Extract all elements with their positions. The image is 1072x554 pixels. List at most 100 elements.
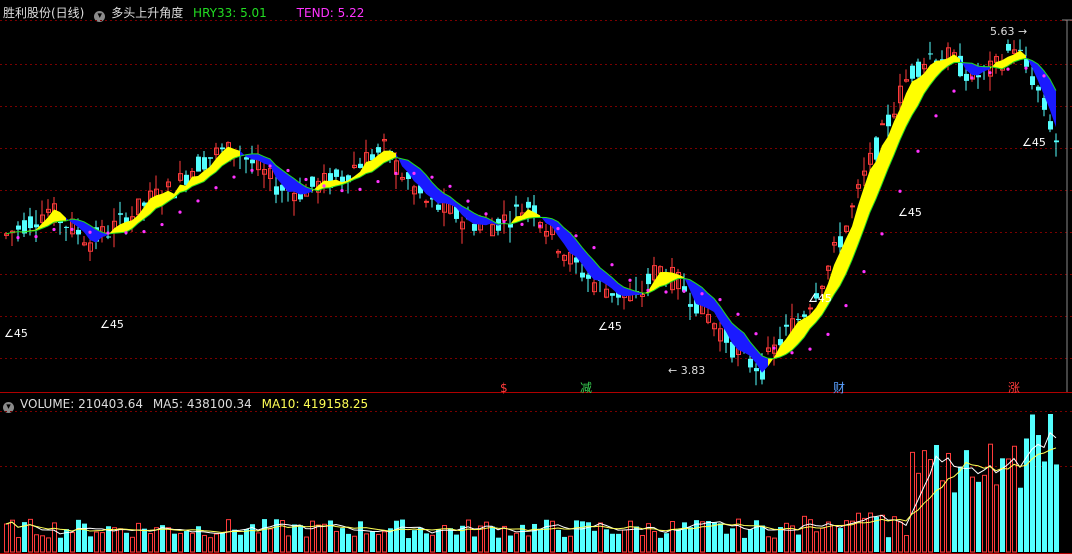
volume-bar [886,537,891,552]
volume-bar [238,534,243,552]
tend-dotted-line [16,66,1046,355]
volume-bar [502,525,507,553]
tend-dot [718,298,722,302]
volume-bar [1030,414,1035,552]
candle-body [964,73,969,81]
volume-bar [814,531,819,553]
volume-bar [1000,458,1005,552]
volume-bar [946,452,951,553]
volume-bar [454,534,459,552]
volume-bar [514,532,519,553]
candle-body [106,236,111,238]
volume-bar [556,529,561,552]
volume-bar [298,525,303,552]
volume-bar [748,529,753,552]
volume-bar [442,525,447,553]
volume-bar [28,518,33,553]
volume-bar [712,522,717,552]
candle-body [28,216,33,229]
event-marker: 财 [833,381,845,395]
volume-bar [868,512,873,553]
volume-bar [418,527,423,552]
volume-bar [820,527,825,553]
volume-bar [382,531,387,553]
volume-bar [118,528,123,553]
volume-bar [994,484,999,553]
volume-bar [652,530,657,553]
volume-bar [730,528,735,552]
volume-bar [286,535,291,553]
tend-dot [682,289,686,293]
tend-dot [628,278,632,282]
candle-body [796,318,801,320]
volume-bar [316,524,321,553]
candle-body [274,186,279,195]
volume-bar [400,519,405,552]
volume-bar [640,535,645,553]
volume-bar [742,537,747,552]
candle-body [928,53,933,55]
volume-bar [574,520,579,552]
volume-bar [166,527,171,553]
candle-body [1018,49,1023,51]
angle-45-label: ∠45 [808,292,832,305]
tend-dot [214,186,218,190]
volume-bar [4,523,9,553]
tend-dot [988,71,992,75]
volume-bar [718,523,723,552]
candle-body [838,236,843,248]
volume-bar [526,535,531,553]
volume-bar [838,528,843,552]
candle-body [886,114,891,127]
candle-body [916,61,921,77]
volume-bar [832,525,837,553]
volume-bar [148,533,153,553]
tend-dot [196,199,200,203]
candle-body [376,147,381,153]
volume-bar [244,529,249,552]
candle-body [610,293,615,296]
volume-bar [190,532,195,553]
volume-bar [940,480,945,553]
volume-bar [466,519,471,553]
volume-bar [424,533,429,552]
candle-body [748,358,753,368]
chart-annotations: 5.63 → ← 3.83 ∠45 ∠45 ∠45 ∠45 ∠45 ∠45 $ 减 财 涨 [4,25,1046,395]
volume-bar [52,522,57,553]
candle-body [1006,43,1011,51]
candle-body [754,368,759,372]
volume-bar [490,526,495,552]
event-marker: 减 [580,381,592,395]
volume-bar [562,536,567,552]
tend-dot [340,188,344,193]
ribbon-segment [60,212,66,222]
candle-body [880,123,885,126]
candle-body [310,176,315,187]
ribbon-segment [966,62,972,75]
volume-bar [70,532,75,553]
volume-bar [532,523,537,552]
angle-45-label: ∠45 [4,327,28,340]
volume-bar [616,533,621,552]
volume-ma10-line [5,447,1057,534]
volume-bar [802,515,807,553]
volume-bar [376,533,381,553]
candle-body [424,200,429,203]
low-price-label: ← 3.83 [668,364,705,377]
volume-bar [46,537,51,553]
volume-ma5-line [5,431,1057,535]
tend-dot [376,179,380,184]
volume-bar [256,532,261,553]
tend-dot [556,227,560,231]
tend-dot [106,231,110,235]
tend-dot [646,288,650,292]
volume-bar [784,522,789,553]
tend-dot [502,220,506,224]
tend-dot [178,210,182,214]
volume-bar [268,528,273,553]
candle-body [340,176,345,182]
stock-chart[interactable]: 5.63 → ← 3.83 ∠45 ∠45 ∠45 ∠45 ∠45 ∠45 $ 减 财 涨 [0,0,1072,554]
tend-dot [448,184,452,188]
volume-bar [178,532,183,553]
ribbon-segment [984,66,990,72]
